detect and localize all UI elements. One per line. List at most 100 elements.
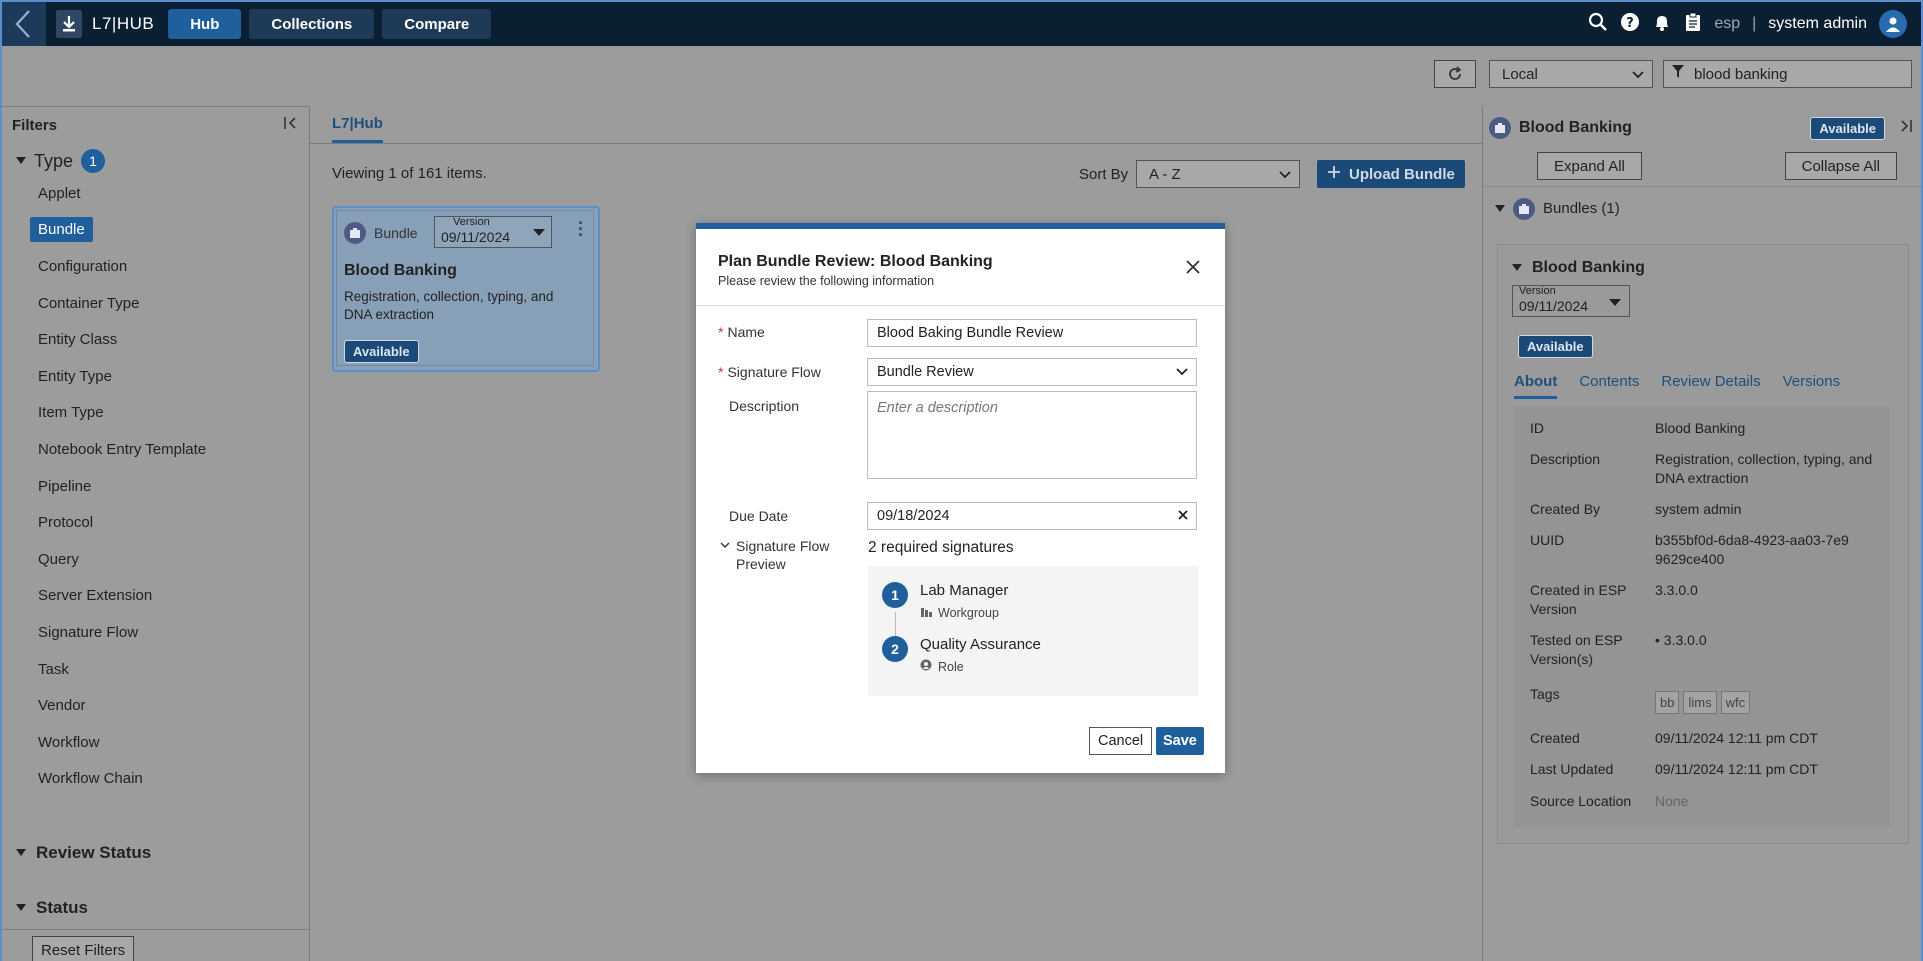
last-updated-key: Last Updated [1530,761,1614,777]
back-chevron-icon[interactable] [2,2,46,46]
close-icon[interactable] [1185,255,1201,281]
type-item-protocol[interactable]: Protocol [38,504,309,541]
clear-icon[interactable] [1178,508,1188,524]
bell-icon[interactable] [1652,12,1672,37]
nav-compare-button[interactable]: Compare [382,9,492,39]
type-item-vendor[interactable]: Vendor [38,687,309,724]
save-button[interactable]: Save [1156,727,1204,755]
type-item-entity-class[interactable]: Entity Class [38,321,309,358]
tab-versions[interactable]: Versions [1783,373,1841,399]
due-date-input[interactable]: 09/18/2024 [867,502,1197,530]
caret-down-icon [1495,204,1505,212]
tag-lims[interactable]: lims [1683,691,1717,714]
description-key: Description [1530,451,1601,467]
app-brand[interactable]: L7|HUB [46,10,168,38]
review-status-filter[interactable]: Review Status [2,839,309,867]
type-label: Type [34,150,74,171]
card-description: Registration, collection, typing, and DN… [344,289,554,322]
search-filter-input[interactable]: blood banking [1663,60,1912,88]
expand-all-button[interactable]: Expand All [1537,152,1642,180]
tab-review-details[interactable]: Review Details [1661,373,1760,399]
filters-title: Filters [12,116,58,134]
type-item-server-extension[interactable]: Server Extension [38,578,309,615]
step-kind: Role [938,659,964,674]
type-item-item-type[interactable]: Item Type [38,395,309,432]
sort-select[interactable]: A - Z [1136,160,1300,188]
reset-filters-button[interactable]: Reset Filters [32,936,135,961]
top-nav-bar: L7|HUB Hub Collections Compare ? esp | s… [0,0,1923,46]
collapse-right-icon[interactable] [1893,119,1921,138]
tab-l7hub[interactable]: L7|Hub [332,115,383,143]
signature-step: 1 Lab Manager Workgroup [882,582,1008,620]
tag-wfc[interactable]: wfc [1720,691,1751,714]
refresh-icon [1449,66,1462,80]
signature-flow-value: Bundle Review [877,364,974,380]
version-label: Version [453,216,490,228]
type-item-entity-type[interactable]: Entity Type [38,358,309,395]
type-item-signature-flow[interactable]: Signature Flow [38,614,309,651]
nav-collections-button[interactable]: Collections [249,9,375,39]
type-item-pipeline[interactable]: Pipeline [38,468,309,505]
review-status-label: Review Status [36,843,152,863]
status-badge: Available [1518,335,1593,358]
status-filter[interactable]: Status [2,894,309,922]
details-panel: Blood Banking Available Expand All Colla… [1482,106,1923,961]
location-select[interactable]: Local [1489,60,1653,88]
card-title: Blood Banking [344,262,457,279]
brand-name: L7|HUB [92,14,155,33]
nav-hub-button[interactable]: Hub [168,9,242,39]
bundle-card[interactable]: Bundle Version 09/11/2024 · · · Blood Bank… [332,206,600,372]
bundles-section-header[interactable]: Bundles (1) [1483,186,1921,230]
type-item-notebook-entry-template[interactable]: Notebook Entry Template [38,431,309,468]
svg-text:?: ? [1627,16,1635,31]
card-type: Bundle [374,225,418,241]
filters-panel: Filters Type 1 Applet Bundle Configurati… [0,106,310,961]
type-item-bundle[interactable]: Bundle [30,212,309,249]
uuid-key: UUID [1530,532,1565,548]
description-textarea[interactable]: Enter a description [867,391,1197,479]
cancel-button[interactable]: Cancel [1089,727,1153,755]
caret-down-icon [1609,298,1621,310]
collapse-left-icon[interactable] [283,116,299,134]
upload-bundle-button[interactable]: Upload Bundle [1317,160,1465,188]
type-item-task[interactable]: Task [38,651,309,688]
help-icon[interactable]: ? [1620,12,1640,37]
tested-on-key: Tested on ESP Version(s) [1530,632,1623,667]
type-item-container-type[interactable]: Container Type [38,285,309,322]
due-date-label: Due Date [729,508,789,524]
status-badge: Available [344,340,419,363]
caret-down-icon [1512,264,1522,271]
tag-bb[interactable]: bb [1655,691,1680,714]
tab-contents[interactable]: Contents [1579,373,1639,399]
preview-label: Signature Flow Preview [736,538,830,572]
due-date-value: 09/18/2024 [877,508,950,524]
plan-review-modal: Plan Bundle Review: Blood Banking Please… [696,223,1225,773]
card-version-select[interactable]: Version 09/11/2024 [434,216,552,248]
name-input[interactable]: Blood Baking Bundle Review [867,319,1197,347]
search-icon[interactable] [1588,12,1608,37]
tab-about[interactable]: About [1514,373,1558,399]
type-item-workflow-chain[interactable]: Workflow Chain [38,761,309,798]
lang-label[interactable]: esp [1714,15,1740,33]
type-filter-header[interactable]: Type 1 [2,143,309,173]
type-item-query[interactable]: Query [38,541,309,578]
type-item-applet[interactable]: Applet [38,175,309,212]
more-options-icon[interactable]: · · · [578,214,584,244]
refresh-button[interactable] [1434,60,1476,88]
toolbar-row: Local blood banking [0,46,1923,106]
bundle-detail-header[interactable]: Blood Banking [1512,259,1645,277]
signature-flow-preview-toggle[interactable]: Signature Flow Preview [720,537,836,573]
type-item-configuration[interactable]: Configuration [38,248,309,285]
detail-version-select[interactable]: Version 09/11/2024 [1512,285,1630,317]
last-updated-value: 09/11/2024 12:11 pm CDT [1655,761,1818,777]
clipboard-icon[interactable] [1684,12,1702,37]
signature-steps: 1 Lab Manager Workgroup 2 Quality Assura… [868,566,1199,696]
search-value: blood banking [1694,65,1788,83]
collapse-all-button[interactable]: Collapse All [1784,152,1897,180]
signature-flow-select[interactable]: Bundle Review [867,358,1197,386]
description-label: Description [729,398,800,414]
user-avatar-icon[interactable] [1879,10,1907,38]
id-value: Blood Banking [1655,420,1746,436]
type-item-workflow[interactable]: Workflow [38,724,309,761]
user-name[interactable]: system admin [1768,15,1867,33]
